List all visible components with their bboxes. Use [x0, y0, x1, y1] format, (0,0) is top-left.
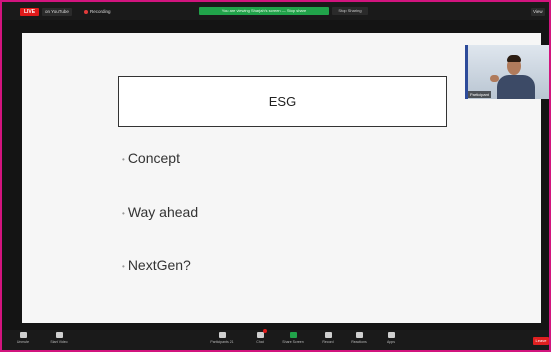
shared-slide: ESG • Concept • Way ahead • NextGen? [22, 33, 541, 323]
bullet-item: • NextGen? [122, 257, 191, 273]
bullet-text: Way ahead [127, 204, 199, 220]
participants-button[interactable]: Participants 21 [209, 332, 235, 344]
record-icon [324, 332, 332, 338]
start-video-label: Start Video [50, 340, 68, 344]
record-label: Record [322, 340, 334, 344]
participant-video-tile[interactable]: Participant [465, 45, 549, 99]
camera-icon [55, 332, 63, 338]
reactions-icon [355, 332, 363, 338]
unread-badge [262, 329, 267, 333]
start-video-button[interactable]: Start Video [46, 332, 72, 344]
bullet-text: Concept [127, 150, 180, 166]
record-dot-icon [84, 9, 88, 14]
slide-title-box: ESG [118, 76, 447, 127]
bullet-item: • Concept [122, 150, 180, 166]
participants-count: 21 [229, 340, 234, 344]
recording-indicator: Recording [84, 8, 111, 16]
bullet-text: NextGen? [127, 257, 191, 273]
share-screen-icon [289, 332, 297, 338]
participants-icon [218, 332, 226, 338]
bullet-dot-icon: • [122, 208, 125, 218]
view-button[interactable]: View [531, 8, 545, 16]
leave-button[interactable]: Leave [533, 337, 549, 345]
person-body [497, 75, 535, 99]
apps-button[interactable]: Apps [378, 332, 404, 344]
stop-share-button[interactable]: Stop Sharing [332, 7, 368, 15]
slide-title: ESG [268, 94, 297, 109]
bullet-dot-icon: • [122, 261, 125, 271]
youtube-stream-button[interactable]: on YouTube [42, 8, 72, 16]
bottom-toolbar: Unmute Start Video Participants 21 Chat … [2, 329, 549, 350]
record-button[interactable]: Record [315, 332, 341, 344]
chat-icon [256, 329, 267, 338]
bullet-item: • Way ahead [122, 204, 198, 220]
top-bar: LIVE on YouTube Recording You are viewin… [2, 2, 549, 20]
apps-label: Apps [387, 340, 395, 344]
bullet-dot-icon: • [122, 154, 125, 164]
unmute-label: Unmute [16, 340, 30, 344]
person-hand [490, 75, 499, 82]
recording-label: Recording [90, 9, 111, 14]
share-screen-button[interactable]: Share Screen [280, 332, 306, 344]
participant-name-label: Participant [468, 91, 491, 98]
unmute-button[interactable]: Unmute [10, 332, 36, 344]
reactions-button[interactable]: Reactions [346, 332, 372, 344]
meeting-window: LIVE on YouTube Recording You are viewin… [0, 0, 551, 352]
person-hair [507, 55, 521, 62]
live-badge: LIVE [20, 8, 39, 16]
apps-icon [387, 332, 395, 338]
reactions-label: Reactions [351, 340, 367, 344]
screen-share-banner: You are viewing Sharjah's screen — Stop … [199, 7, 329, 15]
chat-button[interactable]: Chat [247, 329, 273, 344]
chat-label: Chat [256, 340, 264, 344]
microphone-icon [19, 332, 27, 338]
participants-label: Participants 21 [210, 340, 234, 344]
share-screen-label: Share Screen [282, 340, 304, 344]
